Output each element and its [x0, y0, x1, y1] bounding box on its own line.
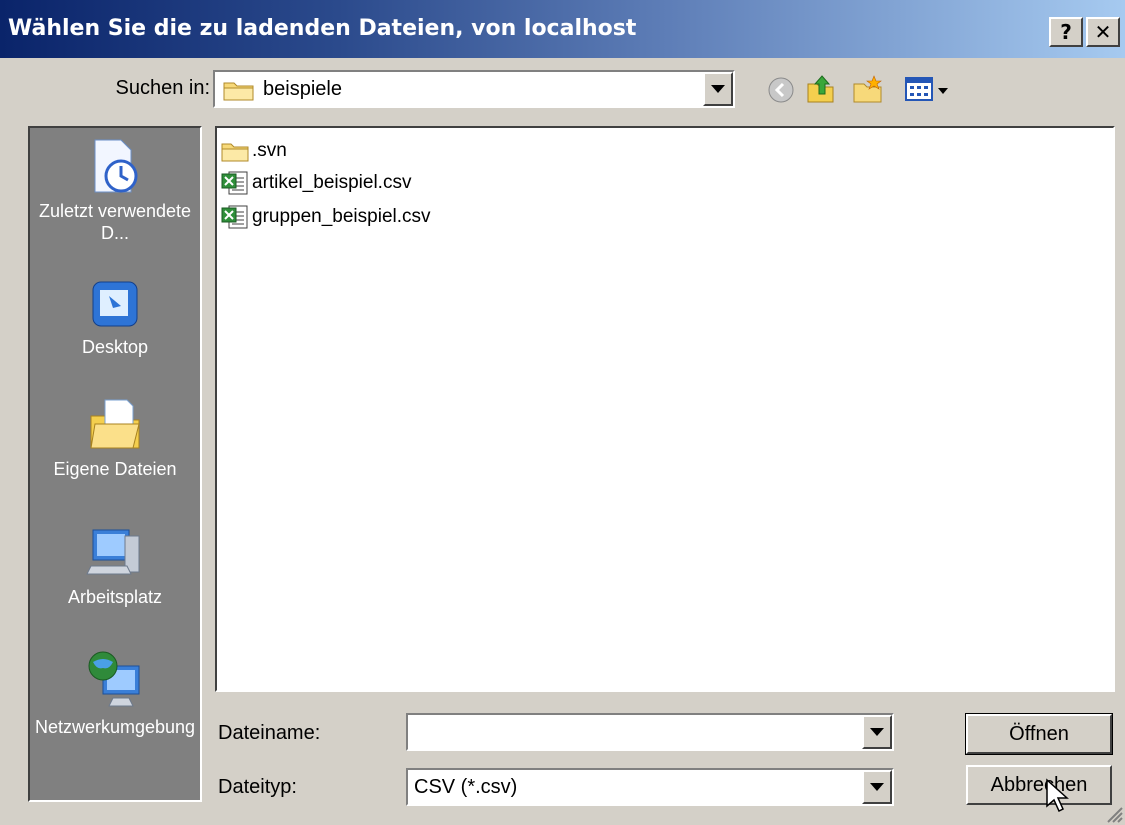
filename-label: Dateiname:	[218, 722, 321, 744]
my-documents-icon	[90, 399, 140, 449]
help-button[interactable]: ?	[1049, 17, 1083, 47]
place-desktop[interactable]: Desktop	[30, 276, 200, 358]
filename-input[interactable]	[410, 717, 860, 747]
list-item[interactable]: .svn	[221, 136, 287, 166]
my-computer-icon	[86, 529, 140, 575]
list-item[interactable]: artikel_beispiel.csv	[221, 168, 411, 198]
chevron-down-icon	[711, 85, 725, 93]
view-menu-icon[interactable]	[904, 76, 954, 104]
mouse-cursor-icon	[1046, 778, 1069, 813]
place-label: Desktop	[81, 337, 149, 357]
place-label: Zuletzt verwendete D...	[38, 201, 192, 243]
place-recent[interactable]: Zuletzt verwendete D...	[30, 136, 200, 244]
csv-file-icon	[221, 171, 248, 195]
filetype-dropdown[interactable]: CSV (*.csv)	[406, 768, 894, 806]
lookin-dropdown[interactable]: beispiele	[213, 70, 735, 108]
desktop-icon	[92, 281, 138, 327]
chevron-down-icon	[870, 783, 884, 791]
cancel-button[interactable]: Abbrechen	[966, 765, 1112, 805]
filetype-dropdown-button[interactable]	[862, 770, 892, 804]
place-my-documents[interactable]: Eigene Dateien	[30, 394, 200, 480]
csv-file-icon	[221, 205, 248, 229]
recent-documents-icon	[94, 139, 138, 193]
places-bar: Zuletzt verwendete D... Desktop Eigene D…	[28, 126, 202, 802]
back-icon[interactable]	[767, 76, 795, 104]
title-bar[interactable]: Wählen Sie die zu ladenden Dateien, von …	[0, 0, 1125, 58]
window-title: Wählen Sie die zu ladenden Dateien, von …	[8, 16, 637, 41]
file-name: gruppen_beispiel.csv	[252, 206, 431, 227]
file-name: artikel_beispiel.csv	[252, 172, 412, 193]
place-label: Arbeitsplatz	[67, 587, 163, 607]
new-folder-icon[interactable]	[852, 74, 884, 106]
place-label: Netzwerkumgebung	[34, 717, 196, 737]
place-my-computer[interactable]: Arbeitsplatz	[30, 522, 200, 608]
chevron-down-icon	[870, 728, 884, 736]
lookin-value: beispiele	[263, 78, 342, 100]
up-folder-icon[interactable]	[805, 72, 837, 106]
resize-grip-icon[interactable]	[1105, 805, 1123, 823]
lookin-label: Suchen in:	[115, 77, 210, 99]
folder-icon	[221, 143, 249, 162]
file-name: .svn	[252, 140, 287, 161]
file-list[interactable]: .svn artikel_beispiel.csv gruppen_beispi…	[215, 126, 1115, 692]
filetype-value: CSV (*.csv)	[414, 776, 518, 798]
filetype-label: Dateityp:	[218, 776, 297, 798]
place-network[interactable]: Netzwerkumgebung	[30, 648, 200, 738]
place-label: Eigene Dateien	[53, 459, 177, 479]
filename-dropdown-button[interactable]	[862, 715, 892, 749]
lookin-dropdown-button[interactable]	[703, 72, 733, 106]
filename-combo[interactable]	[406, 713, 894, 751]
close-button[interactable]: ✕	[1086, 17, 1120, 47]
list-item[interactable]: gruppen_beispiel.csv	[221, 202, 431, 232]
network-places-icon	[88, 651, 140, 707]
folder-icon	[223, 82, 254, 101]
open-button[interactable]: Öffnen	[965, 713, 1113, 755]
